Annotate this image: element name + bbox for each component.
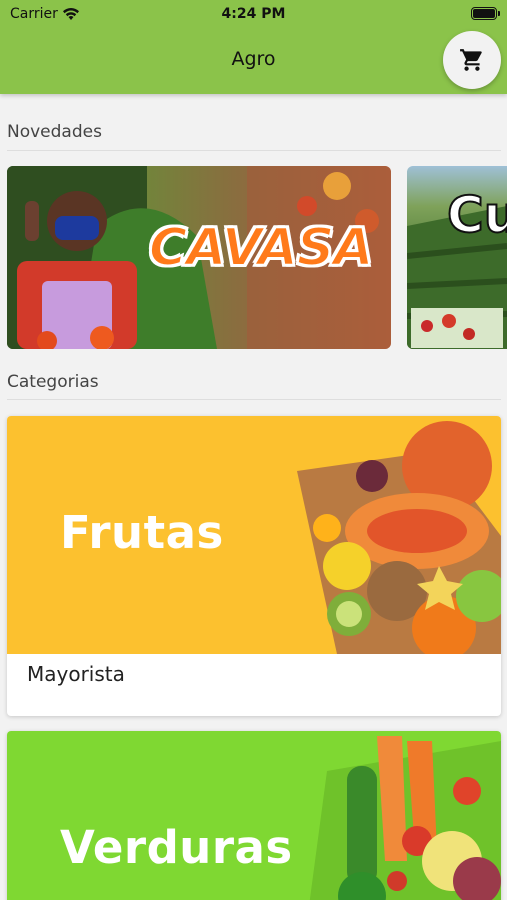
category-card-frutas[interactable]: Frutas Mayorista: [7, 416, 501, 716]
battery-icon: [471, 7, 500, 20]
category-image-verduras: Verduras: [7, 731, 501, 900]
status-time: 4:24 PM: [221, 6, 286, 22]
category-card-verduras[interactable]: Verduras: [7, 731, 501, 900]
banner-brand-text: CAVASA: [148, 217, 375, 279]
category-image-title: Verduras: [60, 821, 293, 874]
banner-heading-text: Cu: [446, 185, 507, 245]
app-bar: Carrier 4:24 PM Agro: [0, 0, 507, 94]
cart-button[interactable]: [443, 31, 501, 89]
status-bar: Carrier 4:24 PM: [0, 0, 507, 28]
news-banner-cavasa[interactable]: CAVASA: [7, 166, 391, 349]
categories-section-title: Categorias: [7, 372, 99, 392]
category-image-frutas: Frutas: [7, 416, 501, 654]
categories-divider: [7, 399, 501, 400]
vegetable-basket-illustration: [309, 736, 501, 900]
news-section-title: Novedades: [7, 122, 102, 142]
shopping-cart-icon: [460, 49, 482, 71]
page-title: Agro: [231, 48, 276, 70]
category-image-title: Frutas: [60, 506, 224, 559]
news-banner-crops[interactable]: Cu: [407, 166, 507, 349]
category-label: Mayorista: [27, 662, 125, 686]
news-divider: [7, 150, 501, 151]
